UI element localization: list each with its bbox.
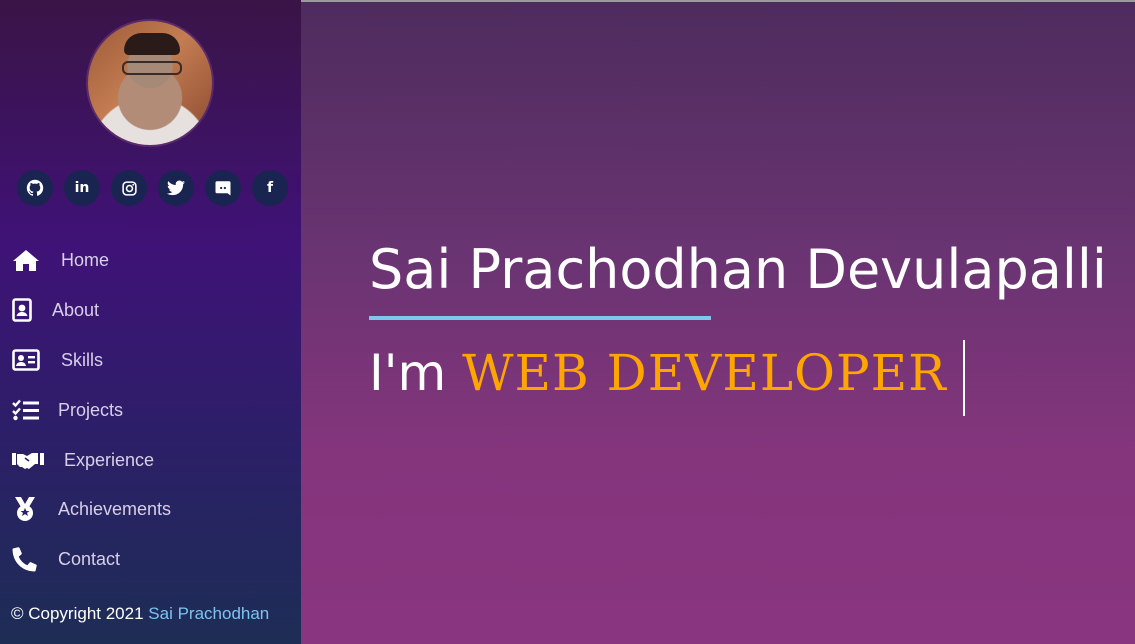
sidebar: in f Home About Skills Projects Experien… bbox=[0, 0, 301, 644]
home-icon bbox=[12, 247, 42, 273]
linkedin-icon[interactable]: in bbox=[64, 170, 100, 206]
facebook-glyph: f bbox=[266, 180, 274, 196]
github-icon[interactable] bbox=[17, 170, 53, 206]
avatar-glasses bbox=[122, 61, 182, 75]
hero-name: Sai Prachodhan Devulapalli bbox=[369, 238, 1107, 301]
nav-item-contact[interactable]: Contact bbox=[12, 543, 120, 575]
typing-cursor bbox=[963, 340, 965, 416]
nav-item-projects[interactable]: Projects bbox=[12, 394, 123, 426]
copyright-footer: © Copyright 2021 Sai Prachodhan bbox=[11, 604, 269, 624]
linkedin-glyph: in bbox=[74, 180, 90, 196]
nav-label-contact: Contact bbox=[58, 548, 121, 569]
nav-label-achievements: Achievements bbox=[58, 498, 172, 519]
hero-role: I'm WEB DEVELOPER bbox=[369, 344, 947, 402]
nav-label-projects: Projects bbox=[58, 399, 124, 420]
nav-label-about: About bbox=[52, 299, 100, 320]
facebook-icon[interactable]: f bbox=[252, 170, 288, 206]
twitter-icon[interactable] bbox=[158, 170, 194, 206]
nav-label-home: Home bbox=[61, 249, 110, 270]
role-prefix: I'm bbox=[369, 344, 447, 402]
profile-avatar bbox=[86, 19, 214, 147]
hero-section: Sai Prachodhan Devulapalli I'm WEB DEVEL… bbox=[301, 0, 1135, 644]
skills-icon bbox=[12, 347, 42, 373]
role-highlight: WEB DEVELOPER bbox=[462, 344, 947, 402]
phone-icon bbox=[12, 546, 42, 572]
name-underline bbox=[369, 316, 711, 320]
nav-label-experience: Experience bbox=[64, 449, 155, 470]
medal-icon bbox=[12, 496, 42, 522]
author-link[interactable]: Sai Prachodhan bbox=[148, 604, 269, 623]
handshake-icon bbox=[12, 447, 46, 473]
discord-icon[interactable] bbox=[205, 170, 241, 206]
projects-icon bbox=[12, 397, 42, 423]
nav-item-achievements[interactable]: Achievements bbox=[12, 493, 171, 525]
copyright-text: © Copyright 2021 bbox=[11, 604, 144, 623]
nav-item-experience[interactable]: Experience bbox=[12, 444, 154, 476]
avatar-hair bbox=[124, 33, 180, 55]
social-links: in f bbox=[17, 170, 288, 206]
nav-item-skills[interactable]: Skills bbox=[12, 344, 103, 376]
nav-item-about[interactable]: About bbox=[12, 294, 99, 326]
nav-label-skills: Skills bbox=[61, 349, 104, 370]
instagram-icon[interactable] bbox=[111, 170, 147, 206]
nav-item-home[interactable]: Home bbox=[12, 244, 109, 276]
about-icon bbox=[12, 297, 34, 323]
